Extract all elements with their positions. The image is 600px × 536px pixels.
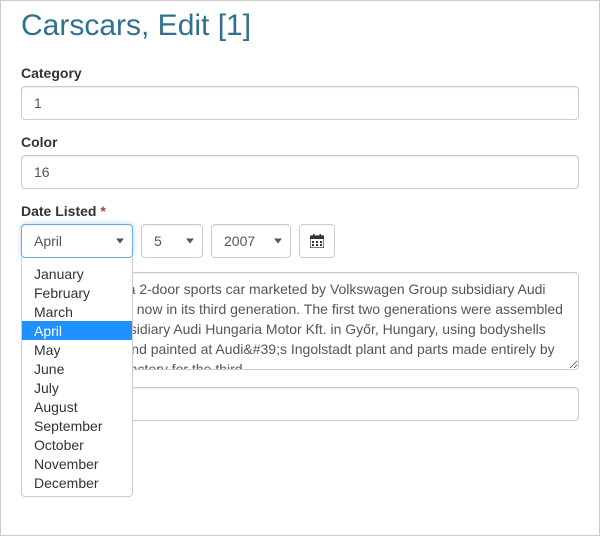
month-option-january[interactable]: January: [22, 264, 132, 283]
field-group-date-listed: Date Listed * April JanuaryFebruaryMarch…: [21, 203, 579, 258]
color-label: Color: [21, 134, 579, 150]
month-select-wrap: April JanuaryFebruaryMarchAprilMayJuneJu…: [21, 224, 133, 258]
year-select-wrap: 2007: [211, 224, 291, 258]
month-option-february[interactable]: February: [22, 283, 132, 302]
month-option-december[interactable]: December: [22, 473, 132, 492]
field-group-category: Category: [21, 65, 579, 120]
month-option-june[interactable]: June: [22, 359, 132, 378]
month-option-may[interactable]: May: [22, 340, 132, 359]
month-option-october[interactable]: October: [22, 435, 132, 454]
calendar-button[interactable]: [299, 224, 335, 258]
date-listed-label-text: Date Listed: [21, 203, 96, 219]
year-select[interactable]: 2007: [211, 224, 291, 258]
calendar-icon: [310, 234, 324, 248]
month-option-july[interactable]: July: [22, 378, 132, 397]
month-select-value: April: [34, 233, 62, 249]
edit-form-frame: Carscars, Edit [1] Category Color Date L…: [0, 0, 600, 536]
month-dropdown[interactable]: JanuaryFebruaryMarchAprilMayJuneJulyAugu…: [21, 258, 133, 497]
color-input[interactable]: [21, 155, 579, 189]
chevron-down-icon: [186, 239, 194, 244]
chevron-down-icon: [116, 239, 124, 244]
month-select[interactable]: April: [21, 224, 133, 258]
category-input[interactable]: [21, 86, 579, 120]
year-select-value: 2007: [224, 233, 255, 249]
page-title: Carscars, Edit [1]: [21, 1, 579, 49]
required-marker: *: [100, 203, 105, 219]
field-group-color: Color: [21, 134, 579, 189]
month-option-march[interactable]: March: [22, 302, 132, 321]
date-listed-label: Date Listed *: [21, 203, 579, 219]
date-row: April JanuaryFebruaryMarchAprilMayJuneJu…: [21, 224, 579, 258]
month-option-august[interactable]: August: [22, 397, 132, 416]
category-label: Category: [21, 65, 579, 81]
day-select-wrap: 5: [141, 224, 203, 258]
month-option-november[interactable]: November: [22, 454, 132, 473]
day-select[interactable]: 5: [141, 224, 203, 258]
chevron-down-icon: [274, 239, 282, 244]
month-option-september[interactable]: September: [22, 416, 132, 435]
day-select-value: 5: [154, 233, 162, 249]
month-option-april[interactable]: April: [22, 321, 132, 340]
